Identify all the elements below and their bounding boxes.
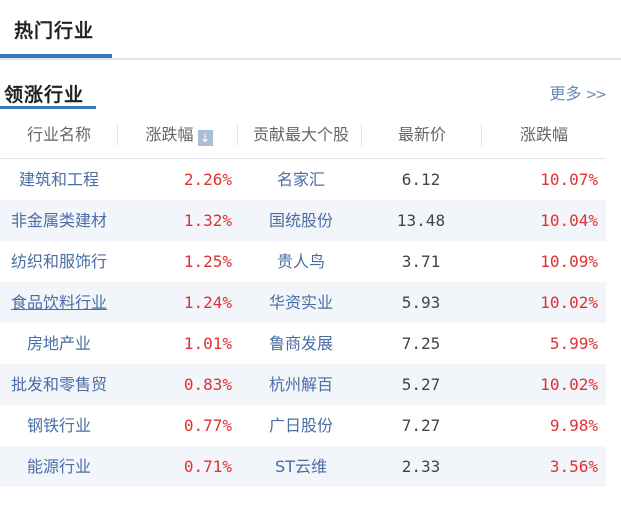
- industry-change-value: 0.71%: [183, 457, 232, 476]
- table-row: 能源行业 0.71% ST云维 2.33 3.56%: [0, 446, 606, 487]
- table-row: 批发和零售贸 0.83% 杭州解百 5.27 10.02%: [0, 364, 606, 405]
- stock-price-value: 6.12: [401, 170, 441, 189]
- table-row: 食品饮料行业 1.24% 华资实业 5.93 10.02%: [0, 282, 606, 323]
- top-stock-link[interactable]: 名家汇: [242, 159, 360, 200]
- stock-price-value: 7.25: [401, 334, 441, 353]
- stock-price-value: 3.71: [401, 252, 441, 271]
- more-link[interactable]: 更多 >>: [549, 80, 608, 104]
- top-stock-link[interactable]: 华资实业: [242, 282, 360, 323]
- column-header-label: 最新价: [397, 125, 446, 144]
- table-row: 房地产业 1.01% 鲁商发展 7.25 5.99%: [0, 323, 606, 364]
- column-header-label: 涨跌幅: [519, 125, 568, 144]
- industry-name-link[interactable]: 纺织和服饰行: [0, 241, 118, 282]
- more-label: 更多: [549, 84, 582, 103]
- stock-change-value: 9.98%: [549, 416, 598, 435]
- industry-name-link[interactable]: 批发和零售贸: [0, 364, 118, 405]
- section-title: 领涨行业: [4, 84, 85, 106]
- stock-change-value: 5.99%: [549, 334, 598, 353]
- stock-price-value: 13.48: [396, 211, 446, 230]
- industry-change-value: 0.83%: [183, 375, 232, 394]
- industry-name-link[interactable]: 食品饮料行业: [0, 282, 118, 323]
- top-stock-link[interactable]: 鲁商发展: [242, 323, 360, 364]
- hot-industry-tab-bar: 热门行业: [0, 0, 621, 60]
- table-row: 钢铁行业 0.77% 广日股份 7.27 9.98%: [0, 405, 606, 446]
- table-row: 纺织和服饰行 1.25% 贵人鸟 3.71 10.09%: [0, 241, 606, 282]
- top-stock-link[interactable]: 广日股份: [242, 405, 360, 446]
- stock-change-value: 10.02%: [540, 375, 598, 394]
- industry-name-link[interactable]: 房地产业: [0, 323, 118, 364]
- top-stock-link[interactable]: 贵人鸟: [242, 241, 360, 282]
- table-header: 行业名称 涨跌幅 ↓ 贡献最大个股 最新价 涨跌幅: [0, 114, 606, 159]
- tab-hot-industry[interactable]: 热门行业: [14, 16, 94, 43]
- stock-price-value: 5.93: [401, 293, 441, 312]
- column-header-label: 贡献最大个股: [252, 125, 349, 144]
- table-body: 建筑和工程 2.26% 名家汇 6.12 10.07% 非金属类建材 1.32% 国统股份 13…: [0, 159, 606, 487]
- section-underline: [0, 106, 96, 109]
- industry-name-link[interactable]: 建筑和工程: [0, 159, 118, 200]
- column-header-industry: 行业名称: [0, 114, 118, 158]
- stock-price-value: 5.27: [401, 375, 441, 394]
- stock-change-value: 3.56%: [549, 457, 598, 476]
- leading-industry-header: 领涨行业 更多 >>: [0, 74, 621, 110]
- industry-table: 行业名称 涨跌幅 ↓ 贡献最大个股 最新价 涨跌幅 建筑和工程 2.26% 名家汇 6.…: [0, 114, 606, 487]
- table-row: 非金属类建材 1.32% 国统股份 13.48 10.04%: [0, 200, 606, 241]
- industry-name-link[interactable]: 能源行业: [0, 446, 118, 487]
- active-tab-indicator: [0, 54, 112, 58]
- stock-price-value: 7.27: [401, 416, 441, 435]
- top-stock-link[interactable]: ST云维: [242, 446, 360, 487]
- column-header-label: 行业名称: [26, 125, 91, 144]
- industry-change-value: 1.24%: [183, 293, 232, 312]
- stock-change-value: 10.04%: [540, 211, 598, 230]
- top-stock-link[interactable]: 杭州解百: [242, 364, 360, 405]
- industry-change-value: 1.01%: [183, 334, 232, 353]
- industry-change-value: 1.32%: [183, 211, 232, 230]
- industry-change-value: 0.77%: [183, 416, 232, 435]
- arrow-down-icon[interactable]: ↓: [197, 130, 213, 146]
- industry-change-value: 1.25%: [183, 252, 232, 271]
- stock-change-value: 10.09%: [540, 252, 598, 271]
- stock-change-value: 10.02%: [540, 293, 598, 312]
- table-row: 建筑和工程 2.26% 名家汇 6.12 10.07%: [0, 159, 606, 200]
- top-stock-link[interactable]: 国统股份: [242, 200, 360, 241]
- column-header-label: 涨跌幅: [145, 125, 194, 144]
- column-header-pct[interactable]: 涨跌幅 ↓: [120, 114, 238, 158]
- double-chevron-right-icon: >>: [585, 87, 608, 103]
- column-header-change: 涨跌幅: [482, 114, 606, 158]
- industry-name-link[interactable]: 非金属类建材: [0, 200, 118, 241]
- industry-name-link[interactable]: 钢铁行业: [0, 405, 118, 446]
- column-header-price: 最新价: [362, 114, 482, 158]
- industry-change-value: 2.26%: [183, 170, 232, 189]
- column-header-top-stock: 贡献最大个股: [240, 114, 362, 158]
- stock-change-value: 10.07%: [540, 170, 598, 189]
- stock-price-value: 2.33: [401, 457, 441, 476]
